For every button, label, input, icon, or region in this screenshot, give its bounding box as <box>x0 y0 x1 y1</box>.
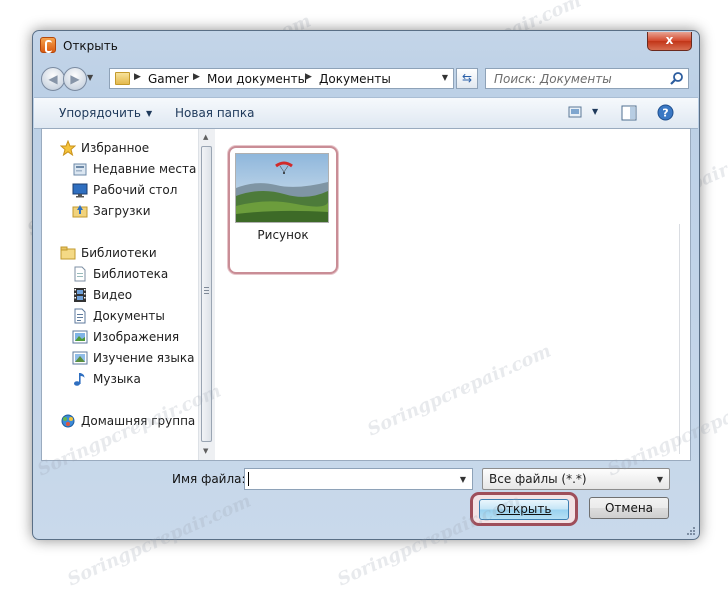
video-icon <box>72 287 88 303</box>
view-options-icon[interactable] <box>568 105 582 119</box>
nav-label: Изучение языка <box>93 351 195 365</box>
nav-label: Библиотеки <box>81 246 157 260</box>
nav-label: Избранное <box>81 141 150 155</box>
refresh-button[interactable]: ⇆ <box>456 68 478 89</box>
folder-icon <box>115 72 130 85</box>
nav-favorites[interactable]: Избранное <box>59 139 150 157</box>
nav-label: Библиотека <box>93 267 169 281</box>
nav-library[interactable]: Библиотека <box>72 265 168 283</box>
star-icon <box>59 139 77 157</box>
nav-label: Домашняя группа <box>81 414 196 428</box>
nav-recent-places[interactable]: Недавние места <box>72 160 196 178</box>
breadcrumb-item[interactable]: Мои документы <box>207 72 307 86</box>
open-button[interactable]: Открыть <box>479 499 569 520</box>
recent-pages-dropdown[interactable]: ▼ <box>87 73 93 82</box>
filename-label: Имя файла: <box>172 472 246 486</box>
app-icon <box>40 37 56 53</box>
address-bar[interactable]: ▶ Gamer ▶ Мои документы ▶ Документы ▼ <box>109 68 454 89</box>
pictures-icon <box>72 329 88 345</box>
open-button-highlight: Открыть <box>470 492 578 526</box>
close-icon: x <box>665 33 674 47</box>
cancel-button[interactable]: Отмена <box>589 497 669 519</box>
desktop-icon <box>72 182 88 198</box>
nav-pictures[interactable]: Изображения <box>72 328 179 346</box>
search-icon[interactable] <box>669 71 684 86</box>
scroll-down-icon[interactable]: ▼ <box>203 447 208 455</box>
scroll-up-icon[interactable]: ▲ <box>203 133 208 141</box>
text-caret <box>248 472 249 486</box>
libraries-icon <box>60 245 76 261</box>
nav-video[interactable]: Видео <box>72 286 132 304</box>
nav-homegroup[interactable]: Домашняя группа <box>60 412 195 430</box>
file-name: Рисунок <box>257 228 309 242</box>
nav-downloads[interactable]: Загрузки <box>72 202 151 220</box>
homegroup-icon <box>60 413 76 429</box>
help-icon[interactable]: ? <box>657 104 674 121</box>
filename-input[interactable]: ▼ <box>244 468 473 490</box>
command-bar: Упорядочить ▼ Новая папка ▼ ? <box>34 97 698 129</box>
nav-documents[interactable]: Документы <box>72 307 165 325</box>
resize-grip-icon[interactable] <box>686 526 696 536</box>
language-icon <box>72 350 88 366</box>
nav-label: Рабочий стол <box>93 183 178 197</box>
navigation-pane: Избранное Недавние места Рабочий стол За… <box>42 129 215 460</box>
refresh-icon: ⇆ <box>461 71 473 85</box>
breadcrumb-item[interactable]: Gamer <box>148 72 189 86</box>
scrollbar-thumb[interactable] <box>201 146 212 442</box>
nav-label: Документы <box>93 309 165 323</box>
window-title: Открыть <box>63 39 118 53</box>
content-area: Избранное Недавние места Рабочий стол За… <box>41 128 691 461</box>
search-box[interactable]: Поиск: Документы <box>485 68 689 89</box>
open-label: Открыть <box>496 502 552 516</box>
nav-scrollbar[interactable]: ▲ ▼ <box>198 129 215 460</box>
search-placeholder: Поиск: Документы <box>494 72 612 86</box>
nav-label: Видео <box>93 288 133 302</box>
chevron-down-icon[interactable]: ▼ <box>442 73 448 82</box>
documents-icon <box>72 308 88 324</box>
file-item[interactable]: Рисунок <box>228 146 338 274</box>
file-list: Рисунок <box>215 129 690 460</box>
chevron-right-icon: ▶ <box>193 72 200 82</box>
file-type-value: Все файлы (*.*) <box>489 472 587 486</box>
back-button[interactable]: ◀ <box>41 67 65 91</box>
chevron-down-icon: ▼ <box>656 475 663 484</box>
nav-libraries[interactable]: Библиотеки <box>60 244 157 262</box>
chevron-down-icon: ▼ <box>145 109 153 118</box>
svg-text:?: ? <box>662 107 668 120</box>
open-file-dialog: Открыть x ◀ ▶ ▼ ▶ Gamer ▶ Мои документы … <box>32 30 700 540</box>
breadcrumb-item[interactable]: Документы <box>319 72 391 86</box>
library-icon <box>72 266 88 282</box>
recent-places-icon <box>72 161 88 177</box>
forward-button[interactable]: ▶ <box>63 67 87 91</box>
music-icon <box>72 371 88 387</box>
nav-music[interactable]: Музыка <box>72 370 141 388</box>
nav-label: Музыка <box>93 372 141 386</box>
forward-arrow-icon: ▶ <box>70 72 80 86</box>
back-arrow-icon: ◀ <box>48 72 58 86</box>
new-folder-button[interactable]: Новая папка <box>175 106 254 120</box>
divider <box>679 224 680 454</box>
file-type-select[interactable]: Все файлы (*.*) ▼ <box>482 468 670 490</box>
nav-language[interactable]: Изучение языка <box>72 349 194 367</box>
nav-label: Изображения <box>93 330 180 344</box>
preview-pane-icon[interactable] <box>621 105 637 121</box>
chevron-right-icon: ▶ <box>305 72 312 82</box>
title-bar: Открыть x <box>33 31 699 61</box>
nav-label: Недавние места <box>93 162 197 176</box>
chevron-right-icon: ▶ <box>134 72 141 82</box>
nav-label: Загрузки <box>93 204 151 218</box>
view-options-dropdown[interactable]: ▼ <box>592 107 598 116</box>
close-button[interactable]: x <box>647 32 692 51</box>
organize-button[interactable]: Упорядочить ▼ <box>59 106 152 120</box>
image-thumbnail <box>235 153 329 223</box>
downloads-icon <box>72 203 88 219</box>
nav-desktop[interactable]: Рабочий стол <box>72 181 177 199</box>
chevron-down-icon[interactable]: ▼ <box>460 475 466 484</box>
organize-label: Упорядочить <box>59 106 141 120</box>
